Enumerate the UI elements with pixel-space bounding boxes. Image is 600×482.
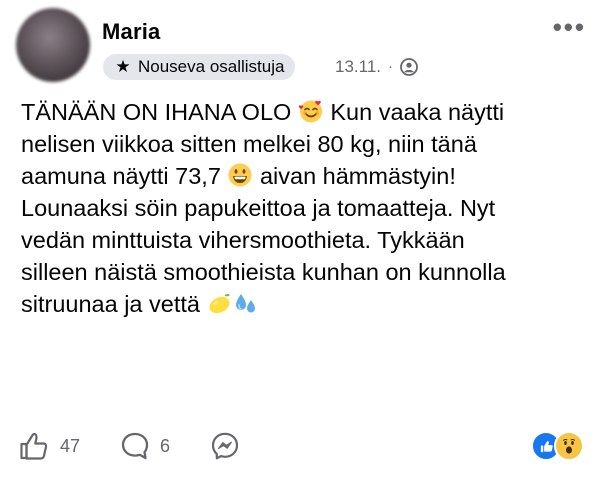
messenger-icon [211,432,239,460]
smiling-face-with-hearts-icon [298,100,322,123]
post-body: TÄNÄÄN ON IHANA OLO Kun vaaka näytti nel… [21,96,591,320]
like-count: 47 [60,435,81,456]
post-meta: 13.11. · [335,56,418,78]
grinning-face-icon [228,163,252,187]
badge-label: Nouseva osallistuja [138,57,285,76]
wow-reaction-icon [554,431,584,461]
like-button[interactable]: 47 [18,430,80,462]
sweat-droplets-icon [235,294,255,313]
post-line-3: aamuna näytti 73,7 aivan hämmästyin! [21,163,456,189]
avatar[interactable] [16,8,90,82]
post-line-7: sitruunaa ja vettä [21,288,591,320]
comment-count: 6 [160,435,171,456]
reaction-summary[interactable] [531,431,584,461]
star-icon: ★ [115,57,131,76]
meta-separator: · [388,58,394,75]
comment-icon [121,432,149,460]
friends-icon[interactable] [400,58,418,76]
comment-button[interactable]: 6 [120,431,170,461]
thumbs-up-icon [20,432,48,460]
post-date[interactable]: 13.11. [335,56,381,78]
messenger-share-button[interactable] [210,431,240,461]
post-line-5: vedän minttuista vihersmoothieta. Tykkää… [21,227,465,253]
post-actions: 47 6 [18,426,584,466]
author-name[interactable]: Maria [102,18,160,46]
participant-badge[interactable]: ★ Nouseva osallistuja [103,54,296,80]
post-line-2: nelisen viikkoa sitten melkei 80 kg, nii… [21,131,477,157]
post-line-4: Lounaaksi söin papukeittoa ja tomaatteja… [21,195,496,221]
lemon-icon [208,294,230,314]
post-line-1: TÄNÄÄN ON IHANA OLO Kun vaaka näytti [21,99,505,125]
post-line-6: silleen näistä smoothieista kunhan on ku… [21,259,506,285]
more-options-button[interactable]: ••• [553,14,586,40]
